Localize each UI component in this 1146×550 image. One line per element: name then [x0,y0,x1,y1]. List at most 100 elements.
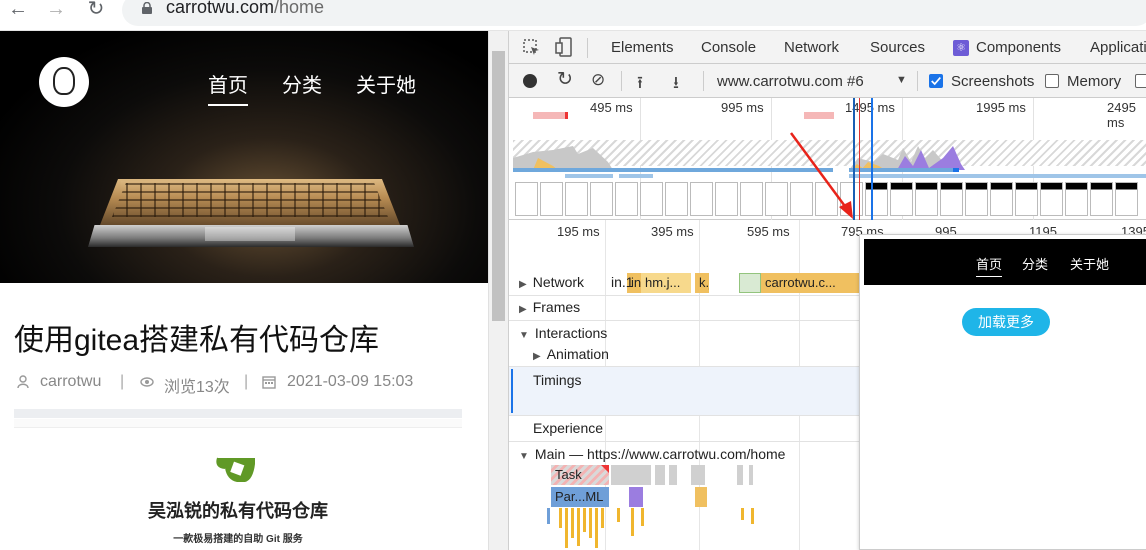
script-call[interactable] [601,508,604,528]
tab-components[interactable]: Components [976,39,1061,56]
layout-bar[interactable] [629,487,643,507]
post-thumbnail[interactable]: 吴泓锐的私有代码仓库 一款极易搭建的自助 Git 服务 [14,409,462,550]
filmstrip-frame[interactable] [965,182,988,216]
filmstrip-frame[interactable] [915,182,938,216]
nav-home[interactable]: 首页 [208,69,248,106]
post-author[interactable]: carrotwu [40,373,101,391]
track-network-label: Network [532,274,585,290]
parse-html-bar[interactable]: Par...ML [551,487,609,507]
upload-icon[interactable]: ⭱ [637,70,643,99]
script-bar[interactable] [695,487,707,507]
filmstrip-frame[interactable] [890,182,913,216]
task-bar[interactable] [655,465,665,485]
network-request-bar[interactable]: k.j [695,273,709,293]
filmstrip-frame[interactable] [715,182,738,216]
script-call[interactable] [631,508,634,536]
track-main[interactable]: ▼ Main — https://www.carrotwu.com/home [519,446,785,462]
flame-tick: 595 ms [747,224,790,239]
script-call[interactable] [571,508,574,538]
filmstrip-frame[interactable] [590,182,613,216]
record-icon[interactable] [523,74,537,88]
expand-triangle-icon[interactable]: ▶ [519,304,527,315]
task-bar[interactable] [691,465,705,485]
tab-application[interactable]: Applicati [1090,39,1146,56]
forward-icon[interactable]: → [42,0,70,20]
page-scrollbar[interactable] [488,31,508,550]
tab-sources[interactable]: Sources [870,39,925,56]
expand-triangle-icon[interactable]: ▶ [533,351,541,362]
react-icon: ⚛ [953,40,969,56]
script-call[interactable] [565,508,568,548]
memory-label[interactable]: Memory [1067,73,1121,90]
script-call[interactable] [751,508,754,524]
filmstrip-frame[interactable] [1115,182,1138,216]
script-call[interactable] [577,508,580,546]
script-call[interactable] [641,508,644,526]
memory-checkbox[interactable] [1045,74,1059,88]
script-call[interactable] [741,508,744,520]
collapse-triangle-icon[interactable]: ▼ [519,330,529,341]
download-icon[interactable]: ⭳ [673,70,679,99]
filmstrip-frame[interactable] [1065,182,1088,216]
device-toolbar-icon[interactable] [555,37,573,57]
site-logo[interactable] [39,57,89,107]
filmstrip-frame[interactable] [1040,182,1063,216]
back-icon[interactable]: ← [4,0,32,20]
clear-icon[interactable]: ⊘ [591,70,605,90]
script-call[interactable] [583,508,586,532]
scrollbar-thumb[interactable] [492,51,505,321]
filmstrip-frame[interactable] [565,182,588,216]
inspect-icon[interactable] [523,39,541,57]
expand-triangle-icon[interactable]: ▶ [519,279,527,290]
chevron-down-icon[interactable]: ▼ [896,74,907,86]
track-network[interactable]: ▶ Network [519,274,584,290]
track-animation[interactable]: ▶ Animation [533,346,609,362]
script-call[interactable] [559,508,562,528]
track-interactions[interactable]: ▼ Interactions [519,325,607,341]
tab-console[interactable]: Console [701,39,756,56]
post-title[interactable]: 使用gitea搭建私有代码仓库 [14,315,379,359]
filmstrip-frame[interactable] [765,182,788,216]
filmstrip-frame[interactable] [865,182,888,216]
task-bar[interactable] [749,465,753,485]
screenshots-checkbox[interactable] [929,74,943,88]
filmstrip-frame[interactable] [540,182,563,216]
reload-icon[interactable]: ↻ [82,0,110,20]
screenshots-label[interactable]: Screenshots [951,73,1034,90]
filmstrip-frame[interactable] [690,182,713,216]
nav-category[interactable]: 分类 [282,69,322,98]
nav-about[interactable]: 关于她 [356,69,416,98]
track-experience[interactable]: Experience [533,420,603,436]
filmstrip-frame[interactable] [515,182,538,216]
reload-profile-icon[interactable]: ↻ [557,68,573,91]
filmstrip-frame[interactable] [740,182,763,216]
filmstrip-frame[interactable] [990,182,1013,216]
tab-elements[interactable]: Elements [611,39,674,56]
script-call[interactable] [547,508,550,524]
filmstrip-frame[interactable] [940,182,963,216]
network-request-bar[interactable] [739,273,761,293]
filmstrip-frame[interactable] [1090,182,1113,216]
task-bar[interactable] [611,465,651,485]
collapse-triangle-icon[interactable]: ▼ [519,451,529,462]
filmstrip-frame[interactable] [615,182,638,216]
overview-tick: 2495 ms [1107,100,1136,130]
tab-network[interactable]: Network [784,39,839,56]
url-text: carrotwu.com/home [166,0,324,18]
track-timings[interactable]: Timings [533,372,582,388]
extra-checkbox[interactable] [1135,74,1146,88]
task-bar[interactable] [737,465,743,485]
filmstrip-frame[interactable] [1015,182,1038,216]
track-frames[interactable]: ▶ Frames [519,299,580,315]
script-call[interactable] [589,508,592,538]
network-request-bar[interactable]: hm.j... [641,273,691,293]
filmstrip-frame[interactable] [640,182,663,216]
task-bar[interactable] [669,465,677,485]
address-bar[interactable]: carrotwu.com/home [122,0,1146,26]
script-call[interactable] [617,508,620,522]
performance-toolbar: ↻ ⊘ ⭱ ⭳ www.carrotwu.com #6 ▼ Screenshot… [509,64,1146,98]
profile-select[interactable]: www.carrotwu.com #6 [717,73,864,90]
script-call[interactable] [595,508,598,548]
network-request-bar[interactable]: carrotwu.c... [761,273,859,293]
filmstrip-frame[interactable] [665,182,688,216]
